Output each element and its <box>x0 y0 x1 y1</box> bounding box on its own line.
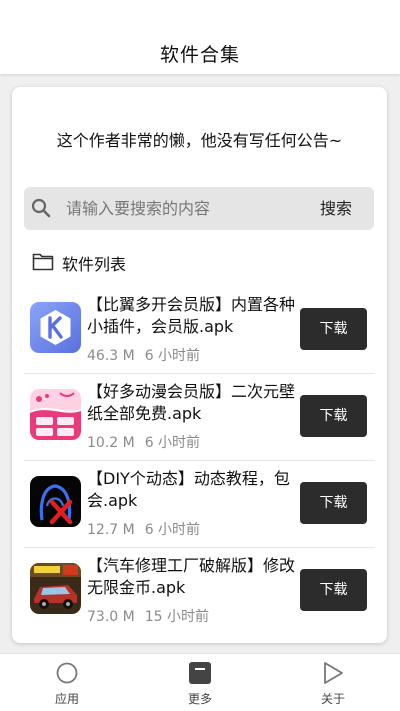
haoduo-anime-icon <box>30 389 81 440</box>
upload-time: 6 小时前 <box>144 435 201 451</box>
app-meta: 10.2 M 6 小时前 <box>87 432 200 452</box>
box-icon <box>189 662 211 684</box>
download-button[interactable]: 下载 <box>300 395 367 437</box>
search-button[interactable]: 搜索 <box>320 187 352 230</box>
list-item[interactable]: 【好多动漫会员版】二次元壁纸全部免费.apk 10.2 M 6 小时前 下载 <box>24 374 375 461</box>
app-name: 【汽车修理工厂破解版】修改无限金币.apk <box>87 556 296 597</box>
search-input[interactable] <box>66 187 296 230</box>
upload-time: 15 小时前 <box>144 609 209 625</box>
announcement-text: 这个作者非常的懒，他没有写任何公告~ <box>56 131 343 150</box>
car-repair-icon <box>30 563 81 614</box>
app-meta: 73.0 M 15 小时前 <box>87 606 209 626</box>
app-name: 【DIY个动态】动态教程，包会.apk <box>87 469 290 510</box>
content-card: 这个作者非常的懒，他没有写任何公告~ 搜索 软件列表 <box>12 87 387 643</box>
folder-icon <box>32 253 54 271</box>
tab-more[interactable]: 更多 <box>160 654 240 711</box>
file-size: 46.3 M <box>87 348 135 364</box>
search-icon <box>31 198 51 218</box>
upload-time: 6 小时前 <box>144 348 201 364</box>
list-item[interactable]: 【比翼多开会员版】内置各种小插件，会员版.apk 46.3 M 6 小时前 下载 <box>24 287 375 374</box>
section-title: 软件列表 <box>62 255 127 274</box>
app-meta: 12.7 M 6 小时前 <box>87 519 200 539</box>
upload-time: 6 小时前 <box>144 522 201 538</box>
tab-about[interactable]: 关于 <box>293 654 373 711</box>
page-title: 软件合集 <box>159 44 240 66</box>
file-size: 10.2 M <box>87 435 135 451</box>
download-button[interactable]: 下载 <box>300 569 367 611</box>
file-size: 12.7 M <box>87 522 135 538</box>
download-button[interactable]: 下载 <box>300 482 367 524</box>
file-size: 73.0 M <box>87 609 135 625</box>
diy-avatar-icon <box>30 476 81 527</box>
app-meta: 46.3 M 6 小时前 <box>87 345 200 365</box>
tab-apps[interactable]: 应用 <box>27 654 107 711</box>
app-name: 【比翼多开会员版】内置各种小插件，会员版.apk <box>87 295 296 336</box>
app-header: 软件合集 <box>0 0 400 74</box>
download-button[interactable]: 下载 <box>300 308 367 350</box>
tab-label: 应用 <box>54 692 79 706</box>
tab-label: 更多 <box>187 692 212 706</box>
app-name: 【好多动漫会员版】二次元壁纸全部免费.apk <box>87 382 296 423</box>
tab-label: 关于 <box>320 692 345 706</box>
bottom-tab-bar: 应用 更多 关于 <box>0 653 400 711</box>
search-bar: 搜索 <box>24 187 374 230</box>
list-item[interactable]: 【汽车修理工厂破解版】修改无限金币.apk 73.0 M 15 小时前 下载 <box>24 548 375 635</box>
play-icon <box>324 662 343 684</box>
circle-icon <box>56 662 78 684</box>
k-logo-icon <box>30 302 81 353</box>
app-list: 【比翼多开会员版】内置各种小插件，会员版.apk 46.3 M 6 小时前 下载 <box>24 287 375 635</box>
list-item[interactable]: 【DIY个动态】动态教程，包会.apk 12.7 M 6 小时前 下载 <box>24 461 375 548</box>
